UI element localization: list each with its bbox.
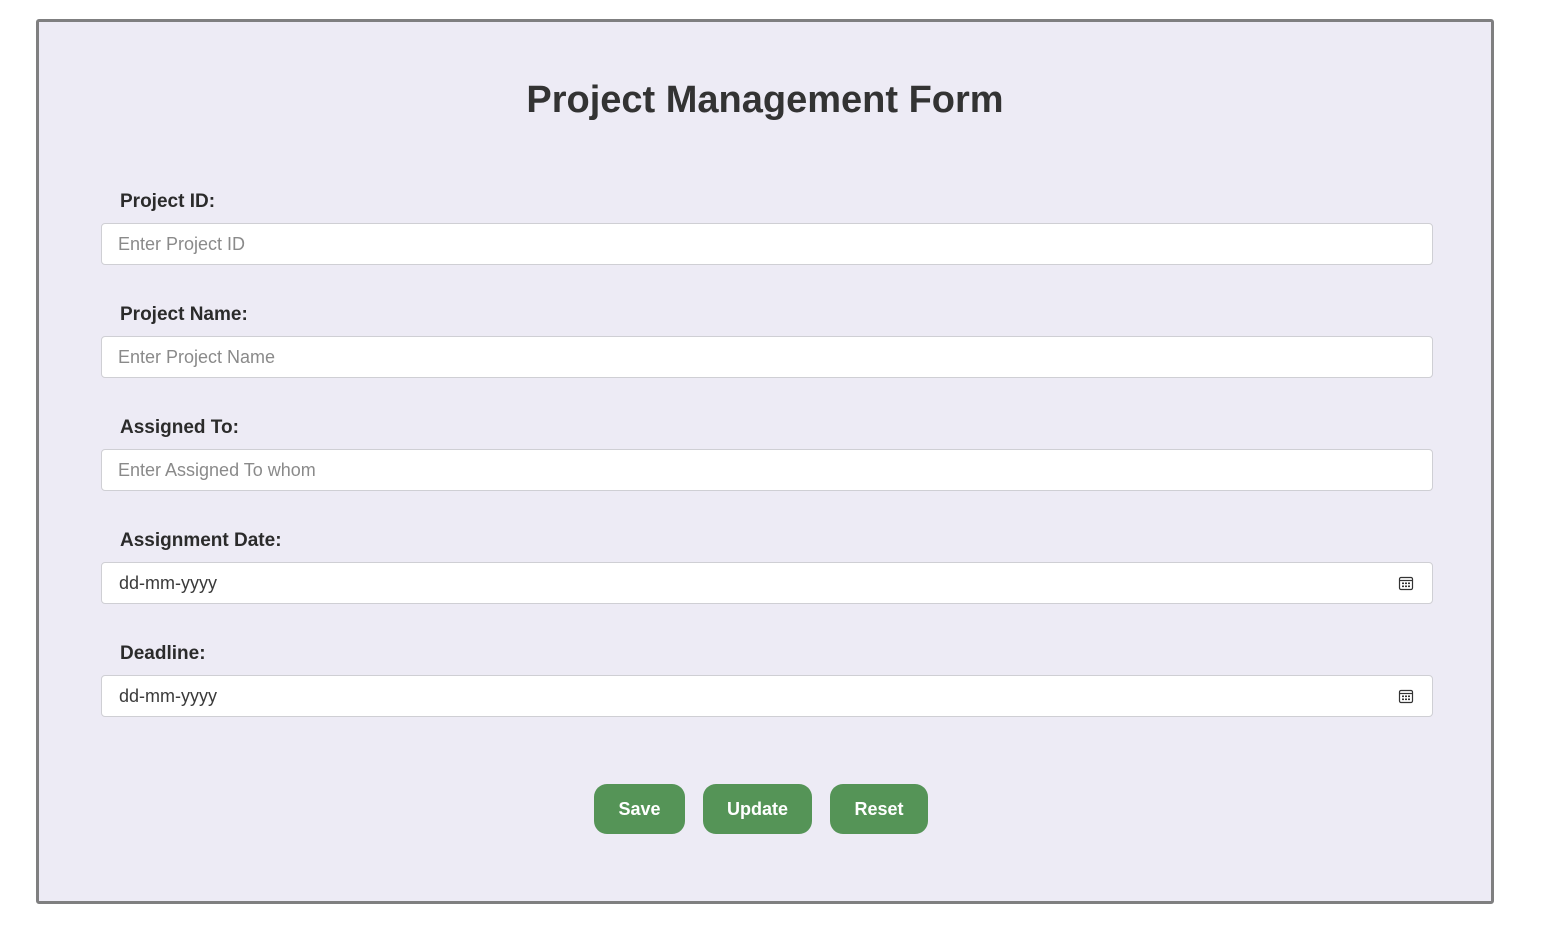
- project-id-field[interactable]: [101, 223, 1433, 265]
- assigned-to-label: Assigned To:: [120, 417, 239, 438]
- form-title: Project Management Form: [526, 79, 1004, 121]
- calendar-icon[interactable]: [1398, 575, 1414, 591]
- deadline-input[interactable]: dd-mm-yyyy: [101, 675, 1433, 717]
- project-form-card: Project Management Form Project ID: Proj…: [36, 19, 1494, 904]
- assignment-date-placeholder: dd-mm-yyyy: [119, 573, 217, 593]
- assigned-to-field[interactable]: [101, 449, 1433, 491]
- project-name-input[interactable]: [102, 337, 1432, 377]
- project-id-label: Project ID:: [120, 191, 216, 212]
- reset-button[interactable]: Reset: [830, 784, 928, 834]
- project-name-label: Project Name:: [120, 304, 248, 325]
- assigned-to-input[interactable]: [102, 450, 1432, 490]
- project-name-field[interactable]: [101, 336, 1433, 378]
- form-actions: Save Update Reset: [39, 784, 1491, 834]
- save-button[interactable]: Save: [594, 784, 685, 834]
- assignment-date-input[interactable]: dd-mm-yyyy: [101, 562, 1433, 604]
- update-button[interactable]: Update: [703, 784, 812, 834]
- deadline-placeholder: dd-mm-yyyy: [119, 686, 217, 706]
- project-id-input[interactable]: [102, 224, 1432, 264]
- assignment-date-label: Assignment Date:: [120, 530, 282, 551]
- calendar-icon[interactable]: [1398, 688, 1414, 704]
- deadline-label: Deadline:: [120, 643, 206, 664]
